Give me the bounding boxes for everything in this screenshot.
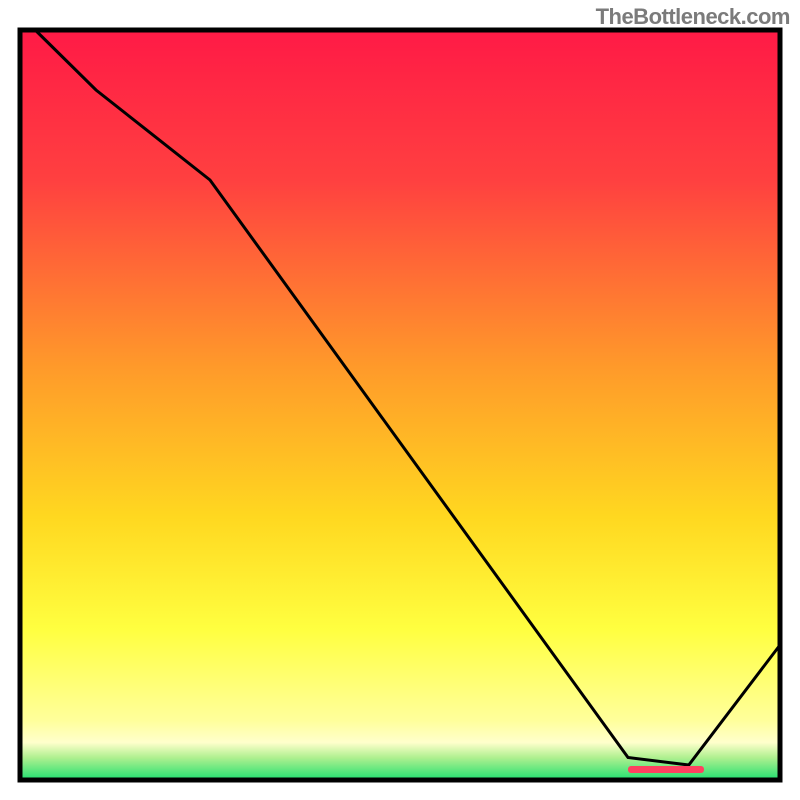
bottleneck-chart (0, 0, 800, 800)
chart-container: TheBottleneck.com (0, 0, 800, 800)
optimum-marker (628, 766, 704, 773)
gradient-background (20, 30, 780, 780)
